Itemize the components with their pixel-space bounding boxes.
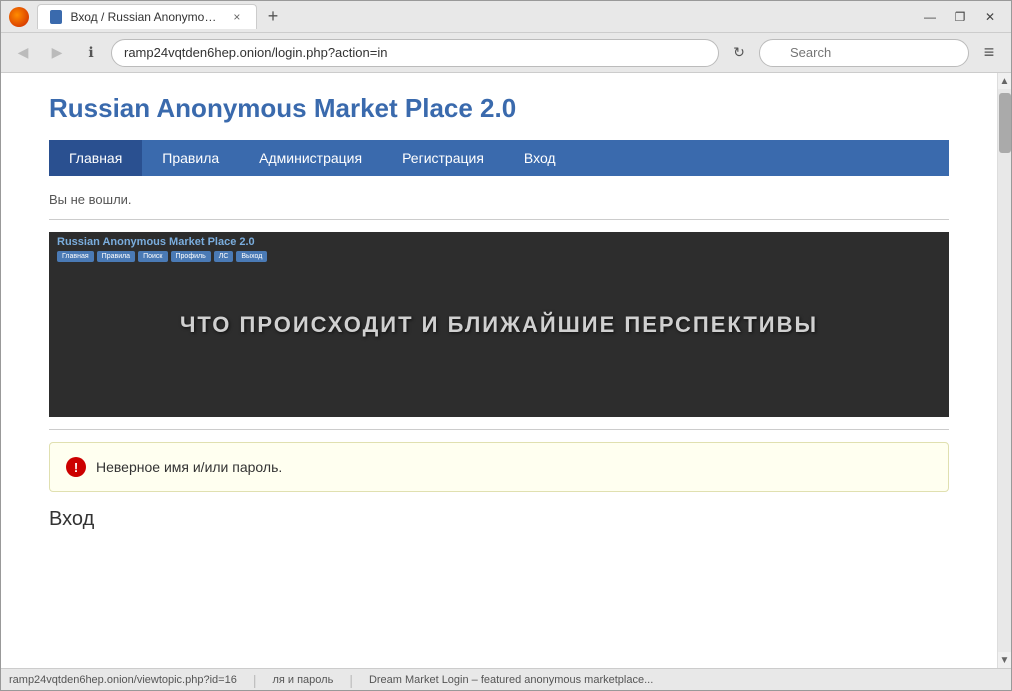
tab-area: Вход / Russian Anonymous M... × + — [37, 3, 287, 31]
address-bar[interactable] — [111, 39, 719, 67]
announcement-banner: Russian Anonymous Market Place 2.0 Главн… — [49, 232, 949, 417]
active-tab[interactable]: Вход / Russian Anonymous M... × — [37, 4, 257, 29]
page-inner: Russian Anonymous Market Place 2.0 Главн… — [19, 73, 979, 559]
status-url: ramp24vqtden6hep.onion/viewtopic.php?id=… — [9, 674, 237, 686]
minimize-button[interactable]: — — [917, 4, 943, 30]
tab-title: Вход / Russian Anonymous M... — [70, 10, 221, 24]
refresh-button[interactable]: ↻ — [725, 39, 753, 67]
title-bar: Вход / Russian Anonymous M... × + — ❐ ✕ — [1, 1, 1011, 33]
tab-close-button[interactable]: × — [230, 9, 244, 25]
scroll-down-button[interactable]: ▼ — [998, 652, 1012, 668]
nav-menu-item-home[interactable]: Главная — [49, 140, 142, 176]
error-icon: ! — [66, 457, 86, 477]
announcement-heading: ЧТО ПРОИСХОДИТ И БЛИЖАЙШИЕ ПЕРСПЕКТИВЫ — [180, 312, 818, 338]
nav-menu-item-login[interactable]: Вход — [504, 140, 576, 176]
error-message: Неверное имя и/или пароль. — [96, 459, 282, 475]
scrollbar-vertical[interactable]: ▲ ▼ — [997, 73, 1011, 668]
title-bar-left: Вход / Russian Anonymous M... × + — [9, 3, 287, 31]
scroll-track[interactable] — [998, 89, 1011, 652]
tab-favicon — [50, 10, 62, 24]
restore-button[interactable]: ❐ — [947, 4, 973, 30]
status-bar: ramp24vqtden6hep.onion/viewtopic.php?id=… — [1, 668, 1011, 690]
browser-icon — [9, 7, 29, 27]
close-button[interactable]: ✕ — [977, 4, 1003, 30]
error-box: ! Неверное имя и/или пароль. — [49, 442, 949, 492]
window-controls: — ❐ ✕ — [917, 4, 1003, 30]
info-button[interactable]: ℹ — [77, 39, 105, 67]
divider-1 — [49, 219, 949, 220]
announcement-overlay: ЧТО ПРОИСХОДИТ И БЛИЖАЙШИЕ ПЕРСПЕКТИВЫ — [49, 232, 949, 417]
nav-menu: Главная Правила Администрация Регистраци… — [49, 140, 949, 176]
search-input[interactable] — [759, 39, 969, 67]
page-content: Russian Anonymous Market Place 2.0 Главн… — [1, 73, 997, 668]
navigation-bar: ◀ ▶ ℹ ↻ 🔍 ≡ — [1, 33, 1011, 73]
menu-button[interactable]: ≡ — [975, 39, 1003, 67]
divider-2 — [49, 429, 949, 430]
new-tab-button[interactable]: + — [259, 3, 287, 31]
back-button[interactable]: ◀ — [9, 39, 37, 67]
search-container: 🔍 — [759, 39, 969, 67]
nav-menu-item-rules[interactable]: Правила — [142, 140, 239, 176]
browser-window: Вход / Russian Anonymous M... × + — ❐ ✕ … — [0, 0, 1012, 691]
status-text-1: ля и пароль — [272, 674, 333, 686]
scroll-up-button[interactable]: ▲ — [998, 73, 1012, 89]
site-title: Russian Anonymous Market Place 2.0 — [49, 93, 949, 124]
logged-out-message: Вы не вошли. — [49, 192, 949, 207]
forward-button[interactable]: ▶ — [43, 39, 71, 67]
nav-menu-item-register[interactable]: Регистрация — [382, 140, 504, 176]
status-text-2: Dream Market Login – featured anonymous … — [369, 674, 653, 686]
status-separator: | — [253, 672, 257, 688]
scroll-thumb[interactable] — [999, 93, 1011, 153]
status-separator-2: | — [349, 672, 353, 688]
nav-menu-item-admin[interactable]: Администрация — [239, 140, 382, 176]
login-heading: Вход — [49, 508, 949, 531]
browser-content-area: Russian Anonymous Market Place 2.0 Главн… — [1, 73, 1011, 668]
